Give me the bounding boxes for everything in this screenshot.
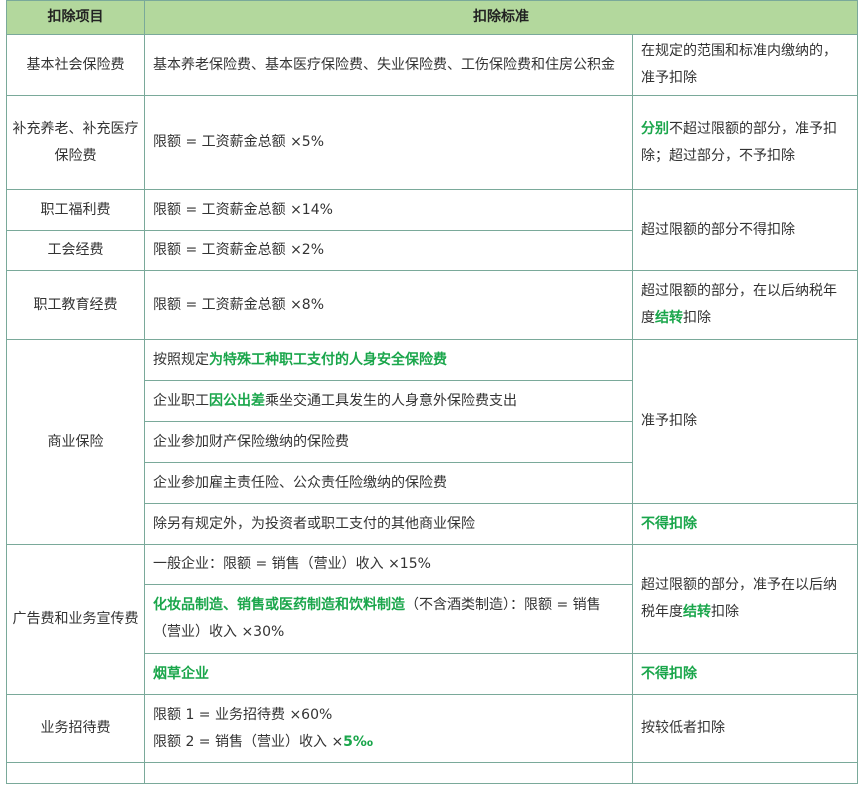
- table-cell-continued: [632, 762, 858, 784]
- highlight-text: 化妆品制造、销售或医药制造和饮料制造: [153, 597, 405, 613]
- text-segment: 基本养老保险费、基本医疗保险费、失业保险费、工伤保险费和住房公积金: [153, 56, 615, 73]
- text-segment: 限额 1 = 业务招待费 ×60%: [153, 706, 333, 723]
- highlight-text: 烟草企业: [153, 665, 209, 682]
- item-supplementary-insurance: 补充养老、补充医疗保险费: [6, 95, 145, 190]
- item-employee-welfare: 职工福利费: [6, 189, 145, 231]
- text-segment: 乘坐交通工具发生的人身意外保险费支出: [265, 392, 517, 409]
- table-row: 基本社会保险费 基本养老保险费、基本医疗保险费、失业保险费、工伤保险费和住房公积…: [6, 34, 858, 96]
- highlight-text: 5‰: [343, 733, 374, 750]
- item-entertainment: 业务招待费: [6, 694, 145, 763]
- item-commercial-insurance: 商业保险: [6, 339, 145, 545]
- header-deduction-standard: 扣除标准: [144, 0, 858, 35]
- standard-ins-property: 企业参加财产保险缴纳的保险费: [144, 421, 633, 463]
- result-employee-education: 超过限额的部分，在以后纳税年度结转扣除: [632, 270, 858, 340]
- text-segment: 一般企业：限额 = 销售（营业）收入 ×15%: [153, 556, 431, 572]
- standard-entertainment: 限额 1 = 业务招待费 ×60% 限额 2 = 销售（营业）收入 ×5‰: [144, 694, 633, 763]
- text-segment: 按照规定: [153, 351, 209, 368]
- text-segment: 限额 = 工资薪金总额 ×14%: [153, 201, 333, 218]
- text-segment: 在规定的范围和标准内缴纳的，准予扣除: [641, 43, 837, 86]
- item-employee-education: 职工教育经费: [6, 270, 145, 340]
- text-segment: 除另有规定外，为投资者或职工支付的其他商业保险: [153, 515, 475, 532]
- standard-entertainment-limit-1: 限额 1 = 业务招待费 ×60%: [153, 702, 624, 729]
- standard-adv-tobacco: 烟草企业: [144, 653, 633, 695]
- text-segment: 限额 = 工资薪金总额 ×2%: [153, 242, 325, 258]
- deduction-table-page: 扣除项目 扣除标准 基本社会保险费 基本养老保险费、基本医疗保险费、失业保险费、…: [0, 0, 862, 805]
- text-segment: 超过限额的部分不得扣除: [641, 221, 795, 238]
- highlight-text: 分别: [641, 120, 669, 137]
- header-deduction-item: 扣除项目: [6, 0, 145, 35]
- result-adv-carry-forward: 超过限额的部分，准予在以后纳税年度结转扣除: [632, 544, 858, 654]
- item-basic-social-insurance: 基本社会保险费: [6, 34, 145, 96]
- result-ins-denied: 不得扣除: [632, 503, 858, 545]
- table-row: 商业保险 按照规定为特殊工种职工支付的人身安全保险费 准予扣除: [6, 339, 858, 545]
- standard-ins-other: 除另有规定外，为投资者或职工支付的其他商业保险: [144, 503, 633, 545]
- text-segment: 企业参加财产保险缴纳的保险费: [153, 433, 349, 450]
- text-segment: 不超过限额的部分，准予扣除；超过部分，不予扣除: [641, 120, 837, 164]
- result-welfare-union: 超过限额的部分不得扣除: [632, 189, 858, 271]
- table-row: 业务招待费 限额 1 = 业务招待费 ×60% 限额 2 = 销售（营业）收入 …: [6, 694, 858, 763]
- standard-adv-general: 一般企业：限额 = 销售（营业）收入 ×15%: [144, 544, 633, 585]
- text-segment: 按较低者扣除: [641, 720, 725, 736]
- highlight-text: 为特殊工种职工支付的人身安全保险费: [209, 351, 447, 368]
- standard-ins-liability: 企业参加雇主责任险、公众责任险缴纳的保险费: [144, 462, 633, 504]
- highlight-text: 不得扣除: [641, 665, 697, 682]
- table-row: 职工教育经费 限额 = 工资薪金总额 ×8% 超过限额的部分，在以后纳税年度结转…: [6, 270, 858, 340]
- result-adv-denied: 不得扣除: [632, 653, 858, 695]
- table-row: 职工福利费 限额 = 工资薪金总额 ×14% 超过限额的部分不得扣除: [6, 189, 858, 271]
- table-cell-continued: [6, 762, 145, 784]
- text-segment: 企业参加雇主责任险、公众责任险缴纳的保险费: [153, 474, 447, 491]
- standard-ins-special-workers: 按照规定为特殊工种职工支付的人身安全保险费: [144, 339, 633, 381]
- standard-supplementary-insurance: 限额 = 工资薪金总额 ×5%: [144, 95, 633, 190]
- result-basic-social-insurance: 在规定的范围和标准内缴纳的，准予扣除: [632, 34, 858, 96]
- text-segment: 限额 2 = 销售（营业）收入 ×: [153, 733, 344, 750]
- highlight-text: 结转: [683, 604, 711, 620]
- table-row: [6, 762, 858, 784]
- standard-employee-education: 限额 = 工资薪金总额 ×8%: [144, 270, 633, 340]
- table-row: 补充养老、补充医疗保险费 限额 = 工资薪金总额 ×5% 分别不超过限额的部分，…: [6, 95, 858, 190]
- standard-adv-cosmetics-pharma: 化妆品制造、销售或医药制造和饮料制造（不含酒类制造）：限额 = 销售（营业）收入…: [144, 584, 633, 654]
- item-advertising: 广告费和业务宣传费: [6, 544, 145, 695]
- text-segment: 企业职工: [153, 392, 209, 409]
- highlight-text: 不得扣除: [641, 515, 697, 532]
- text-segment: 扣除: [711, 604, 739, 620]
- text-segment: 限额 = 工资薪金总额 ×8%: [153, 296, 325, 313]
- table-header-row: 扣除项目 扣除标准: [6, 0, 858, 35]
- text-segment: 限额 = 工资薪金总额 ×5%: [153, 134, 325, 150]
- standard-employee-welfare: 限额 = 工资薪金总额 ×14%: [144, 189, 633, 231]
- table-row: 广告费和业务宣传费 一般企业：限额 = 销售（营业）收入 ×15% 超过限额的部…: [6, 544, 858, 695]
- highlight-text: 结转: [655, 310, 683, 326]
- result-ins-allowed: 准予扣除: [632, 339, 858, 504]
- text-segment: 超过限额的部分，准予在以后纳税年度: [641, 577, 837, 620]
- deduction-standards-table: 扣除项目 扣除标准 基本社会保险费 基本养老保险费、基本医疗保险费、失业保险费、…: [6, 0, 858, 784]
- result-entertainment: 按较低者扣除: [632, 694, 858, 763]
- highlight-text: 因公出差: [209, 392, 265, 409]
- standard-union-funds: 限额 = 工资薪金总额 ×2%: [144, 230, 633, 271]
- table-cell-continued: [144, 762, 633, 784]
- standard-entertainment-limit-2: 限额 2 = 销售（营业）收入 ×5‰: [153, 729, 624, 756]
- text-segment: 准予扣除: [641, 413, 697, 429]
- result-supplementary-insurance: 分别不超过限额的部分，准予扣除；超过部分，不予扣除: [632, 95, 858, 190]
- text-segment: 扣除: [683, 310, 711, 326]
- item-union-funds: 工会经费: [6, 230, 145, 271]
- standard-ins-business-travel: 企业职工因公出差乘坐交通工具发生的人身意外保险费支出: [144, 380, 633, 422]
- standard-basic-social-insurance: 基本养老保险费、基本医疗保险费、失业保险费、工伤保险费和住房公积金: [144, 34, 633, 96]
